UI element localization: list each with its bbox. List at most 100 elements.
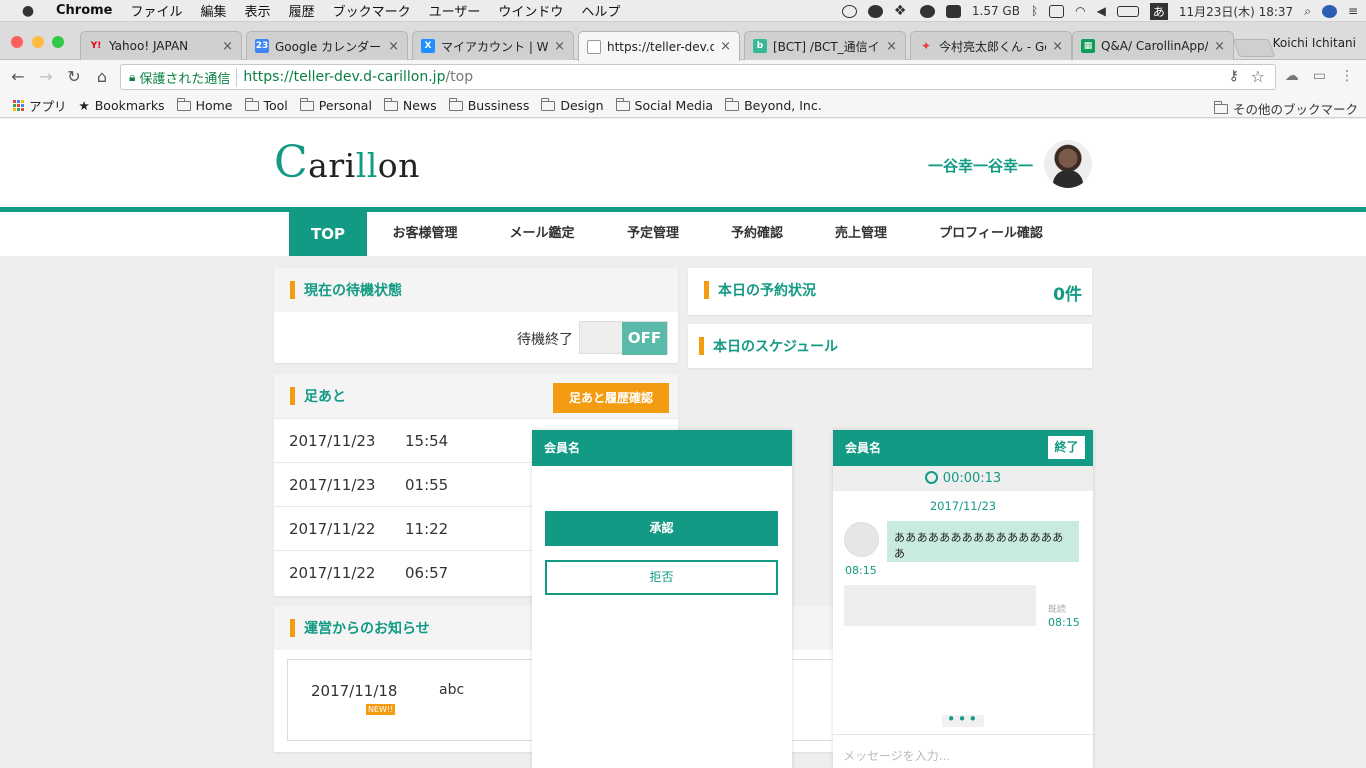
- bookmark-folder-design[interactable]: Design: [541, 97, 604, 113]
- nav-reservations[interactable]: 予約確認: [718, 212, 796, 256]
- macos-menubar: ● Chrome ファイル 編集 表示 履歴 ブックマーク ユーザー ウインドウ…: [0, 0, 1366, 22]
- nav-top[interactable]: TOP: [289, 212, 367, 256]
- schedule-card: 本日のスケジュール: [688, 324, 1092, 368]
- bookmarks-bar: アプリ ★ Bookmarks Home Tool Personal News B…: [0, 94, 1366, 118]
- bookmark-folder-personal[interactable]: Personal: [299, 97, 372, 113]
- tab-google-calendar[interactable]: 23 Google カレンダー - ×: [246, 31, 408, 60]
- bookmark-folder-tool[interactable]: Tool: [244, 97, 288, 113]
- user-avatar-icon: [844, 522, 879, 557]
- apps-grid-icon: [13, 100, 24, 111]
- tab-close-icon[interactable]: ×: [1214, 39, 1225, 54]
- window-close-button[interactable]: [11, 36, 23, 48]
- bookmark-star-icon[interactable]: ☆: [1251, 67, 1265, 86]
- cloud-icon[interactable]: ☁: [1285, 68, 1299, 84]
- key-icon[interactable]: ⚷: [1229, 68, 1239, 84]
- tab-teller-dev[interactable]: https://teller-dev.d- ×: [578, 31, 740, 61]
- new-tab-button[interactable]: [1232, 39, 1276, 57]
- bookmark-folder-social-media[interactable]: Social Media: [615, 97, 713, 113]
- reload-icon[interactable]: ↻: [64, 67, 84, 87]
- url-path: /top: [445, 69, 474, 85]
- standby-toggle[interactable]: OFF: [579, 321, 668, 355]
- siri-icon[interactable]: [1321, 4, 1337, 18]
- volume-icon[interactable]: ◀: [1097, 4, 1106, 18]
- input-method-icon[interactable]: あ: [1149, 2, 1168, 20]
- nav-schedule[interactable]: 予定管理: [613, 212, 693, 256]
- tab-close-icon[interactable]: ×: [388, 39, 399, 54]
- reservations-title: 本日の予約状況: [718, 283, 816, 299]
- menu-file[interactable]: ファイル: [122, 1, 192, 20]
- tab-close-icon[interactable]: ×: [886, 39, 897, 54]
- window-zoom-button[interactable]: [52, 36, 64, 48]
- menu-users[interactable]: ユーザー: [420, 1, 490, 20]
- bookmark-folder-beyond[interactable]: Beyond, Inc.: [725, 97, 822, 113]
- avatar[interactable]: [1044, 140, 1092, 188]
- line-icon[interactable]: [867, 4, 883, 18]
- bookmark-folder-news[interactable]: News: [383, 97, 437, 113]
- chrome-menu-icon[interactable]: ⋮: [1340, 68, 1354, 84]
- keyboard-icon[interactable]: [1049, 4, 1065, 18]
- home-icon[interactable]: ⌂: [92, 67, 112, 87]
- checkmark-icon[interactable]: [841, 4, 857, 18]
- tab-close-icon[interactable]: ×: [720, 39, 731, 54]
- tab-bct[interactable]: b [BCT] /BCT_通信イン ×: [744, 31, 906, 60]
- menu-bookmarks[interactable]: ブックマーク: [324, 1, 420, 20]
- menu-history[interactable]: 履歴: [280, 1, 324, 20]
- tab-title: Q&A/ CarollinApp/: [1101, 39, 1209, 53]
- other-bookmarks[interactable]: その他のブックマーク: [1213, 99, 1358, 118]
- bookmark-label: Design: [560, 98, 604, 113]
- notification-center-icon[interactable]: ≡: [1348, 4, 1358, 18]
- lock-icon[interactable]: 🔒︎: [129, 70, 135, 85]
- backlog-favicon-icon: b: [753, 39, 767, 53]
- window-minimize-button[interactable]: [32, 36, 44, 48]
- nav-mail-reading[interactable]: メール鑑定: [497, 212, 587, 256]
- logo-ll: ll: [355, 146, 378, 185]
- apps-shortcut[interactable]: アプリ: [13, 96, 67, 115]
- nav-profile[interactable]: プロフィール確認: [930, 212, 1052, 256]
- nav-customers[interactable]: お客様管理: [380, 212, 470, 256]
- menu-edit[interactable]: 編集: [192, 1, 236, 20]
- panel-header: 会員名 終了: [833, 430, 1093, 466]
- battery-icon[interactable]: [1116, 5, 1139, 17]
- apple-menu-icon[interactable]: ●: [0, 3, 56, 19]
- footprint-history-button[interactable]: 足あと履歴確認: [552, 383, 669, 413]
- cast-icon[interactable]: ▭: [1313, 68, 1326, 84]
- reject-button[interactable]: 拒否: [545, 560, 778, 595]
- tab-close-icon[interactable]: ×: [1052, 39, 1063, 54]
- dropbox-icon[interactable]: ❖: [894, 4, 909, 18]
- folder-icon: [1213, 100, 1228, 114]
- end-chat-button[interactable]: 終了: [1048, 436, 1085, 459]
- menu-view[interactable]: 表示: [236, 1, 280, 20]
- spotlight-icon[interactable]: ⌕: [1304, 4, 1311, 19]
- forward-icon[interactable]: →: [36, 67, 56, 87]
- menu-help[interactable]: ヘルプ: [572, 1, 629, 20]
- menu-chrome[interactable]: Chrome: [56, 3, 122, 18]
- bluetooth-icon[interactable]: ᛒ: [1031, 4, 1038, 18]
- back-icon[interactable]: ←: [8, 67, 28, 87]
- profile-name[interactable]: Koichi Ichitani: [1273, 36, 1356, 50]
- folder-icon: [299, 97, 314, 111]
- bookmark-bookmarks[interactable]: ★ Bookmarks: [79, 98, 165, 113]
- menu-window[interactable]: ウインドウ: [489, 1, 572, 20]
- user-name[interactable]: 一谷幸一谷幸一: [928, 155, 1033, 176]
- logo-ari: ari: [308, 146, 356, 185]
- bookmark-folder-home[interactable]: Home: [176, 97, 233, 113]
- tab-sheets-qa[interactable]: ▦ Q&A/ CarollinApp/ ×: [1072, 31, 1234, 60]
- address-bar[interactable]: 🔒︎ 保護された通信 https://teller-dev.d-carillon…: [120, 64, 1276, 90]
- approve-button[interactable]: 承認: [545, 511, 778, 546]
- nav-sales[interactable]: 売上管理: [822, 212, 900, 256]
- carillon-logo[interactable]: Carillon: [274, 141, 420, 186]
- bookmark-folder-bussiness[interactable]: Bussiness: [448, 97, 529, 113]
- wifi-icon[interactable]: ◠: [1075, 4, 1085, 18]
- member-name-label: 会員名: [845, 441, 882, 455]
- creative-cloud-icon[interactable]: [919, 4, 935, 18]
- tab-google-photos[interactable]: ✦ 今村亮太郎くん - Goo ×: [910, 31, 1072, 60]
- tab-wix-account[interactable]: X マイアカウント | Wix ×: [412, 31, 574, 60]
- menubar-clock[interactable]: 11月23日(木) 18:37: [1179, 3, 1293, 20]
- memory-monitor-icon[interactable]: [945, 4, 961, 18]
- message-input[interactable]: メッセージを入力...: [833, 734, 1093, 768]
- message-date: 2017/11/23: [929, 499, 997, 513]
- tab-close-icon[interactable]: ×: [222, 39, 233, 54]
- memory-usage: 1.57 GB: [971, 4, 1020, 18]
- tab-yahoo[interactable]: Y! Yahoo! JAPAN ×: [80, 31, 242, 60]
- tab-close-icon[interactable]: ×: [554, 39, 565, 54]
